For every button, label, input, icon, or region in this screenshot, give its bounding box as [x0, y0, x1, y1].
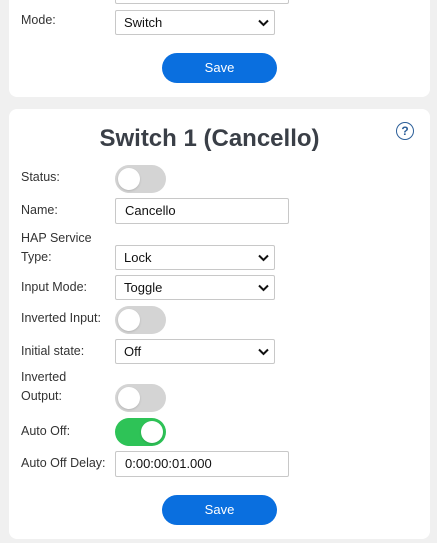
auto-off-delay-label: Auto Off Delay: — [21, 456, 106, 470]
status-toggle[interactable] — [115, 165, 166, 193]
save-button[interactable]: Save — [162, 495, 277, 525]
toggle-knob — [141, 421, 163, 443]
inverted-output-label-line1: Inverted — [21, 370, 67, 384]
mode-label: Mode: — [21, 13, 56, 27]
hap-type-label-line2: Type: — [21, 250, 52, 264]
help-icon[interactable]: ? — [396, 122, 414, 140]
input-mode-value: Toggle — [124, 280, 163, 295]
input-mode-label: Input Mode: — [21, 280, 88, 294]
initial-state-select[interactable]: Off — [115, 339, 275, 364]
auto-off-delay-input[interactable]: 0:00:00:01.000 — [115, 451, 289, 477]
chevron-down-icon — [258, 19, 269, 27]
toggle-knob — [118, 387, 140, 409]
settings-card-top: Mode: Switch Save — [9, 0, 430, 97]
name-input[interactable]: Cancello — [115, 198, 289, 224]
previous-field[interactable] — [115, 0, 289, 4]
mode-select-value: Switch — [124, 15, 163, 30]
hap-type-value: Lock — [124, 250, 152, 265]
toggle-knob — [118, 309, 140, 331]
auto-off-label: Auto Off: — [21, 424, 71, 438]
chevron-down-icon — [258, 284, 269, 292]
hap-type-label-line1: HAP Service — [21, 231, 92, 245]
save-button[interactable]: Save — [162, 53, 277, 83]
initial-state-value: Off — [124, 344, 142, 359]
switch-title: Switch 1 (Cancello) — [99, 125, 320, 152]
inverted-output-toggle[interactable] — [115, 384, 166, 412]
auto-off-toggle[interactable] — [115, 418, 166, 446]
toggle-knob — [118, 168, 140, 190]
inverted-input-label: Inverted Input: — [21, 311, 101, 325]
hap-type-select[interactable]: Lock — [115, 245, 275, 270]
inverted-output-label-line2: Output: — [21, 389, 62, 403]
switch-card: Switch 1 (Cancello) ? Status: Name: Canc… — [9, 109, 430, 539]
name-label: Name: — [21, 203, 58, 217]
chevron-down-icon — [258, 254, 269, 262]
status-label: Status: — [21, 170, 60, 184]
mode-select[interactable]: Switch — [115, 10, 275, 35]
inverted-input-toggle[interactable] — [115, 306, 166, 334]
initial-state-label: Initial state: — [21, 344, 85, 358]
input-mode-select[interactable]: Toggle — [115, 275, 275, 300]
chevron-down-icon — [258, 348, 269, 356]
